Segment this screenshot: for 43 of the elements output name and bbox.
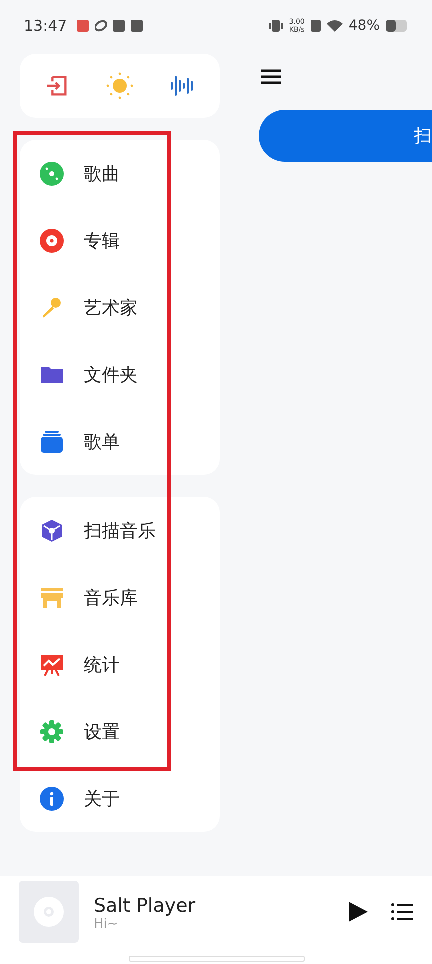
microphone-icon [40, 296, 64, 320]
menu-item-label: 歌单 [84, 430, 120, 454]
menu-item[interactable]: 设置 [20, 698, 220, 765]
info-icon [40, 786, 64, 810]
menu-item-label: 音乐库 [84, 586, 138, 610]
presentation-chart-icon [40, 652, 64, 676]
menu-item[interactable]: 音乐库 [20, 564, 220, 631]
menu-item-label: 扫描音乐 [84, 520, 156, 542]
sun-icon [106, 72, 134, 100]
menu-item-label: 专辑 [84, 230, 120, 252]
status-time: 13:47 [24, 17, 68, 35]
disc-icon [40, 162, 64, 186]
menu-item[interactable]: 专辑 [20, 207, 220, 274]
cube-icon [40, 518, 64, 542]
scan-button[interactable]: 扫 [259, 110, 432, 162]
play-icon [347, 901, 369, 923]
stack-icon [40, 430, 64, 454]
sound-wave-icon [170, 73, 196, 99]
menu-item-label: 统计 [84, 654, 120, 676]
track-title: Salt Player [94, 895, 197, 917]
menu-item[interactable]: 关于 [20, 765, 220, 832]
menu-item[interactable]: 扫描音乐 [20, 497, 220, 564]
menu-item-label: 艺术家 [84, 296, 138, 320]
play-button[interactable] [347, 901, 369, 923]
menu-item-label: 关于 [84, 788, 120, 810]
track-subtitle: Hi~ [94, 917, 120, 932]
menu-item[interactable]: 统计 [20, 631, 220, 698]
record-icon [40, 228, 64, 252]
menu-item[interactable]: 歌曲 [20, 140, 220, 207]
playlist-button[interactable] [391, 902, 413, 922]
menu-item-label: 歌曲 [84, 162, 120, 186]
menu-item-label: 设置 [84, 720, 120, 744]
menu-item[interactable]: 歌单 [20, 408, 220, 475]
wifi-icon [326, 20, 343, 32]
quick-action-button[interactable] [170, 73, 196, 99]
menu-item[interactable]: 艺术家 [20, 274, 220, 341]
menu-item-label: 文件夹 [84, 364, 138, 386]
battery-icon [386, 20, 408, 32]
list-icon [391, 902, 413, 922]
battery-percent: 48% [348, 18, 380, 34]
vibrate-icon [269, 20, 284, 32]
store-icon [40, 586, 64, 610]
menu-item[interactable]: 文件夹 [20, 341, 220, 408]
